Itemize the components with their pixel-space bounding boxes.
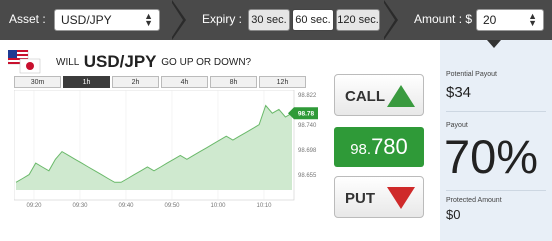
expiry-option-120[interactable]: 120 sec. (336, 9, 380, 31)
y-tick-label: 98.740 (298, 123, 317, 129)
price-main: 780 (371, 134, 408, 159)
tab-1h[interactable]: 1h (63, 76, 110, 88)
question-pair: USD/JPY (83, 52, 157, 71)
amount-label: Amount : $ (414, 12, 473, 26)
expiry-option-60[interactable]: 60 sec. (292, 9, 334, 31)
tab-12h[interactable]: 12h (259, 76, 306, 88)
y-tick-label: 98.655 (298, 173, 317, 179)
price-chart: 98.822 98.740 98.698 98.655 09:20 09:30 09:40… (14, 90, 318, 209)
tab-2h[interactable]: 2h (112, 76, 159, 88)
y-tick-label: 98.698 (298, 148, 317, 154)
select-chevron-icon: ▲ ▼ (144, 11, 153, 28)
select-chevron-icon: ▲ ▼ (528, 11, 537, 28)
current-price-display: 98.780 (334, 127, 424, 167)
price-prefix: 98. (350, 141, 372, 158)
protected-amount-label: Protected Amount (446, 197, 502, 204)
x-tick-label: 09:20 (26, 203, 42, 209)
amount-select[interactable]: 20 ▲ ▼ (476, 9, 544, 31)
x-tick-label: 10:10 (256, 203, 272, 209)
x-tick-label: 10:00 (210, 203, 226, 209)
amount-select-value: 20 (483, 13, 497, 27)
x-tick-label: 09:30 (72, 203, 88, 209)
arrow-up-icon (387, 85, 415, 107)
potential-payout-label: Potential Payout (446, 71, 497, 78)
call-button[interactable]: CALL (334, 74, 424, 116)
y-tick-label: 98.822 (298, 93, 317, 99)
payout-percent: 70% (444, 130, 539, 183)
protected-amount-value: $0 (446, 207, 461, 222)
tab-8h[interactable]: 8h (210, 76, 257, 88)
expiry-option-30[interactable]: 30 sec. (248, 9, 290, 31)
last-price-label: 98.78 (298, 111, 315, 118)
asset-select-value: USD/JPY (61, 13, 112, 27)
put-button[interactable]: PUT (334, 176, 424, 218)
divider (446, 190, 546, 191)
asset-label: Asset : (9, 12, 46, 26)
question-suffix: GO UP OR DOWN? (161, 57, 252, 68)
payout-label: Payout (446, 122, 468, 129)
question-title: WILL USD/JPY GO UP OR DOWN? (56, 52, 251, 72)
asset-select[interactable]: USD/JPY ▲ ▼ (54, 9, 160, 31)
top-toolbar: Asset : USD/JPY ▲ ▼ Expiry : 30 sec. 60 s… (0, 0, 552, 40)
potential-payout-value: $34 (446, 84, 472, 101)
x-tick-label: 09:40 (118, 203, 134, 209)
put-button-label: PUT (345, 190, 375, 207)
divider (446, 111, 546, 112)
separator-arrow-icon (384, 0, 398, 40)
call-button-label: CALL (345, 88, 385, 105)
payout-panel: Potential Payout $34 Payout 70% Protecte… (440, 40, 552, 241)
arrow-down-icon (387, 187, 415, 209)
timeframe-tabs: 30m 1h 2h 4h 8h 12h (14, 76, 306, 88)
tab-30m[interactable]: 30m (14, 76, 61, 88)
amount-pointer-icon (487, 40, 501, 48)
question-prefix: WILL (56, 57, 79, 68)
x-tick-label: 09:50 (164, 203, 180, 209)
expiry-label: Expiry : (202, 12, 243, 26)
usd-jpy-flags-icon (8, 50, 41, 74)
tab-4h[interactable]: 4h (161, 76, 208, 88)
separator-arrow-icon (172, 0, 186, 40)
